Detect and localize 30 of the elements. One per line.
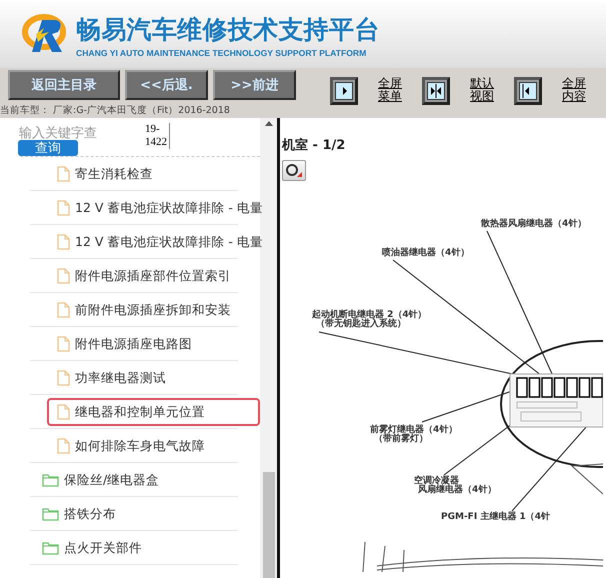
search-button[interactable]: 查询 [18, 140, 78, 156]
callout-label: 空调冷凝器 风扇继电器（4针） [414, 476, 496, 495]
callout-label: 起动机断电继电器 2（4针） （带无钥匙进入系统） [312, 310, 427, 329]
tree-item[interactable]: 12 V 蓄电池症状故障排除 - 电量 [47, 228, 260, 256]
tree-item[interactable]: 继电器和控制单元位置 [47, 398, 260, 426]
tree-item[interactable]: 功率继电器测试 [47, 364, 260, 392]
view-link[interactable]: 全屏 内容 [562, 77, 586, 103]
tree-item[interactable]: 附件电源插座部件位置索引 [47, 262, 260, 290]
callout-label: PGM-FI 主继电器 1（4针 [441, 512, 550, 522]
tree-item[interactable]: 点火开关部件 [32, 534, 260, 562]
platform-title: 畅易汽车维修技术支持平台 [76, 14, 380, 46]
vehicle-info: 当前车型： 厂家:G-广汽本田飞度（Fit）2016-2018 [0, 104, 231, 117]
tree-item[interactable]: 12 V 蓄电池症状故障排除 - 电量 [47, 194, 260, 222]
nav-button[interactable]: >>前进 [213, 70, 296, 100]
callout-label: 前雾灯继电器（4针） （带前雾灯） [370, 425, 458, 444]
tree-item[interactable]: 如何排除车身电气故障 [47, 432, 260, 460]
nav-button[interactable]: <<后退. [125, 70, 208, 100]
tree-item[interactable]: 搭铁分布 [32, 500, 260, 528]
tree-item[interactable]: 保险丝/继电器盒 [32, 466, 260, 494]
callout-label: 喷油器继电器（4针） [382, 248, 470, 258]
callout-label: 散热器风扇继电器（4针） [481, 219, 586, 229]
code-text: 19- 1422 [145, 123, 170, 149]
tree-item[interactable]: 前附件电源插座拆卸和安装 [47, 296, 260, 324]
diagram-title: 机室 - 1/2 [280, 136, 346, 154]
platform-subtitle: CHANG YI AUTO MAINTENANCE TECHNOLOGY SUPPORT PLATFORM [76, 48, 368, 58]
view-link[interactable]: 全屏 菜单 [378, 77, 402, 103]
tree-item[interactable]: 附件电源插座电路图 [47, 330, 260, 358]
nav-button[interactable]: 返回主目录 [8, 70, 120, 100]
view-link[interactable]: 默认 视图 [470, 77, 494, 103]
tree-item[interactable]: 寄生消耗检查 [47, 160, 260, 188]
